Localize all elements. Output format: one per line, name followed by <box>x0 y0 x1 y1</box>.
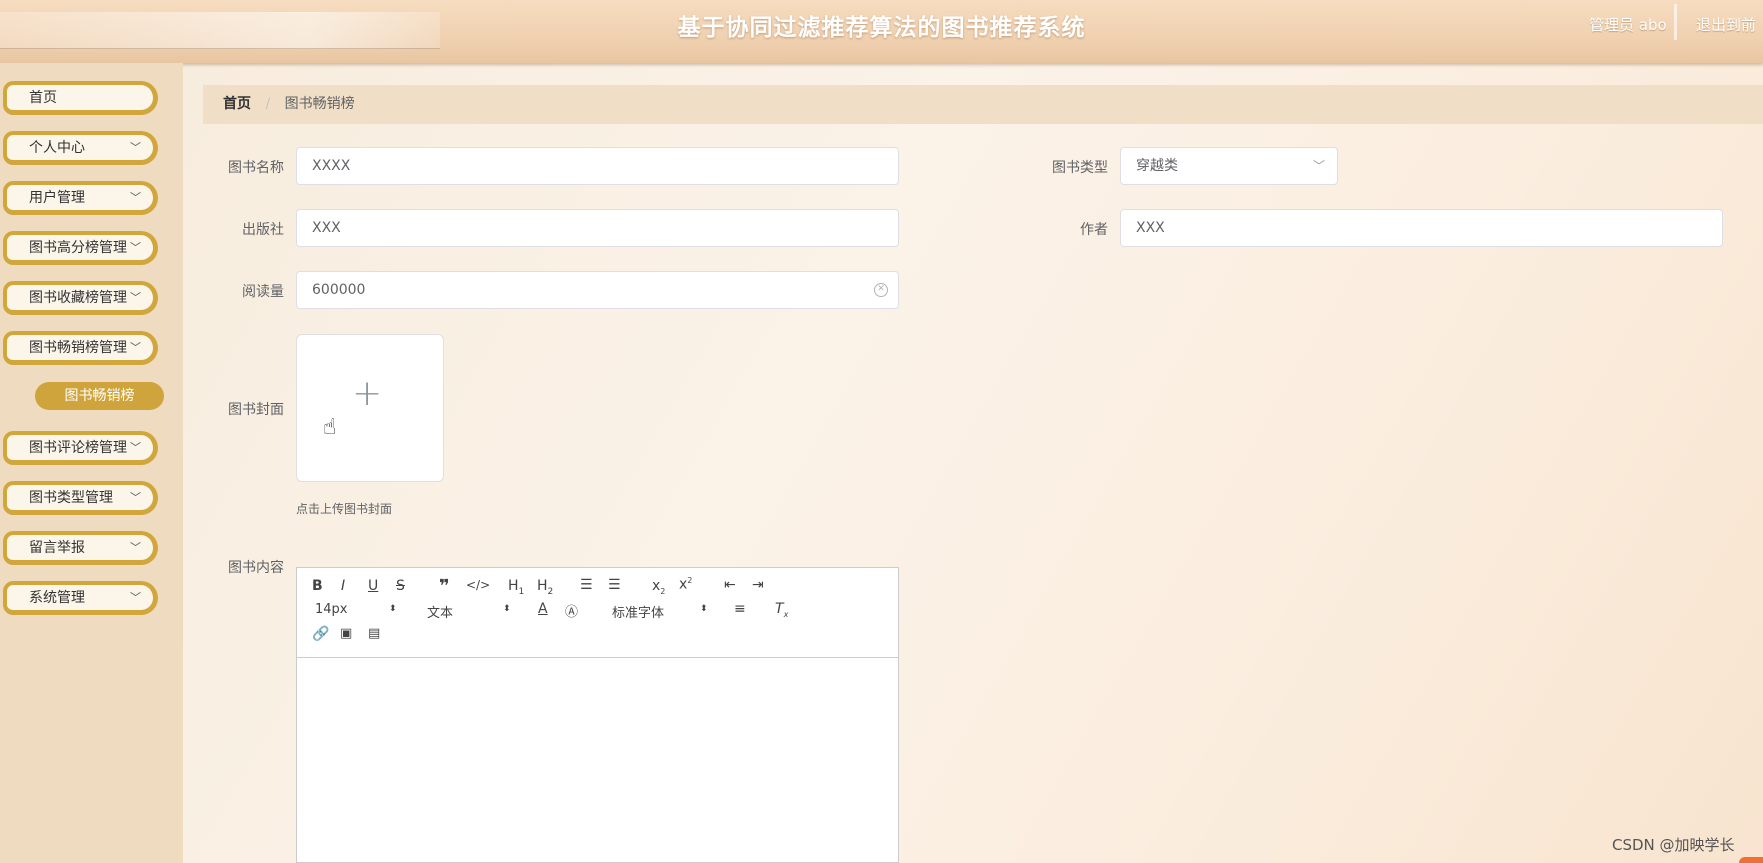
updown-icon: ⬍ <box>503 604 511 614</box>
header-divider <box>1674 4 1677 40</box>
breadcrumb-home[interactable]: 首页 <box>223 96 251 112</box>
hand-cursor-icon: ☝ <box>323 415 337 440</box>
sidebar-item-system[interactable]: 系统管理 ﹀ <box>3 581 158 615</box>
clear-format-icon[interactable]: Tx <box>775 601 788 619</box>
sidebar-item-messages[interactable]: 留言举报 ﹀ <box>3 531 158 565</box>
sidebar-item-comments[interactable]: 图书评论榜管理 ﹀ <box>3 431 158 465</box>
bullet-list-icon[interactable]: ☰ <box>608 577 621 593</box>
sidebar-item-label: 首页 <box>29 90 57 106</box>
underline-icon[interactable]: U <box>368 578 378 594</box>
logout-link[interactable]: 退出到前 <box>1696 14 1756 35</box>
font-family-value: 标准字体 <box>612 606 665 621</box>
sidebar-item-user-management[interactable]: 用户管理 ﹀ <box>3 181 158 215</box>
book-name-input[interactable]: XXXX <box>296 147 899 185</box>
sidebar-item-label: 系统管理 <box>29 590 85 606</box>
publisher-label: 出版社 <box>242 222 284 238</box>
chevron-down-icon: ﹀ <box>130 291 141 304</box>
clear-icon[interactable]: ✕ <box>874 283 888 297</box>
indent-icon[interactable]: ⇥ <box>752 577 764 593</box>
strikethrough-icon[interactable]: S <box>396 578 405 594</box>
font-family-select[interactable]: 标准字体 ⬍ <box>612 602 708 621</box>
publisher-input[interactable]: XXX <box>296 209 899 247</box>
chevron-down-icon: ﹀ <box>130 141 141 154</box>
breadcrumb: 首页 / 图书畅销榜 <box>203 85 1763 124</box>
header-select[interactable]: 文本 ⬍ <box>427 602 513 621</box>
sidebar-item-label: 留言举报 <box>29 540 85 556</box>
font-size-value: 14px <box>315 602 348 617</box>
italic-icon[interactable]: I <box>341 578 345 594</box>
sidebar-item-bestsellers[interactable]: 图书畅销榜管理 ﹀ <box>3 331 158 365</box>
updown-icon: ⬍ <box>700 604 708 614</box>
superscript-icon[interactable]: x2 <box>679 576 692 593</box>
sidebar-item-label: 个人中心 <box>29 140 85 156</box>
font-size-select[interactable]: 14px ⬍ <box>315 602 397 617</box>
content-label: 图书内容 <box>228 560 284 576</box>
read-count-input[interactable]: 600000 ✕ <box>296 271 899 309</box>
cover-label: 图书封面 <box>228 402 284 418</box>
code-block-icon[interactable]: </> <box>466 578 490 592</box>
sidebar-item-label: 图书畅销榜管理 <box>29 340 127 356</box>
ordered-list-icon[interactable]: ☰ <box>580 577 593 593</box>
sidebar: 首页 个人中心 ﹀ 用户管理 ﹀ 图书高分榜管理 ﹀ 图书收藏榜管理 ﹀ 图书畅… <box>0 63 183 863</box>
chevron-down-icon: ﹀ <box>130 441 141 454</box>
header-2-icon[interactable]: H2 <box>537 578 553 597</box>
sidebar-item-favorites[interactable]: 图书收藏榜管理 ﹀ <box>3 281 158 315</box>
bold-icon[interactable]: B <box>312 578 323 594</box>
sidebar-item-label: 图书评论榜管理 <box>29 440 127 456</box>
breadcrumb-separator: / <box>265 96 271 112</box>
header-select-value: 文本 <box>427 606 454 621</box>
align-icon[interactable]: ≡ <box>734 601 746 617</box>
header-1-icon[interactable]: H1 <box>508 578 524 597</box>
image-icon[interactable]: ▣ <box>340 626 352 641</box>
chevron-down-icon: ﹀ <box>130 591 141 604</box>
current-user: 管理员 abo <box>1589 16 1667 34</box>
rich-text-editor: B I U S ❞ </> H1 H2 ☰ ☰ x2 x2 ⇤ ⇥ 14px ⬍… <box>296 567 899 863</box>
sidebar-item-home[interactable]: 首页 <box>3 81 158 115</box>
book-type-select[interactable]: 穿越类 ﹀ <box>1120 147 1338 185</box>
chevron-down-icon: ﹀ <box>130 191 141 204</box>
updown-icon: ⬍ <box>389 604 397 614</box>
plus-icon: + <box>352 373 383 414</box>
chevron-down-icon: ﹀ <box>130 541 141 554</box>
chevron-down-icon: ﹀ <box>130 241 141 254</box>
chevron-down-icon: ﹀ <box>1312 159 1325 173</box>
watermark: CSDN @加映学长 <box>1612 836 1735 854</box>
font-color-icon[interactable]: A <box>538 601 548 617</box>
link-icon[interactable]: 🔗 <box>312 626 329 642</box>
author-input[interactable]: XXX <box>1120 209 1723 247</box>
sidebar-subitem-bestsellers[interactable]: 图书畅销榜 <box>35 382 164 410</box>
top-header: 基于协同过滤推荐算法的图书推荐系统 管理员 abo 退出到前 <box>0 0 1763 63</box>
blockquote-icon[interactable]: ❞ <box>439 576 450 597</box>
video-icon[interactable]: ▤ <box>368 626 380 641</box>
subscript-icon[interactable]: x2 <box>652 578 665 596</box>
outdent-icon[interactable]: ⇤ <box>724 577 736 593</box>
breadcrumb-current: 图书畅销榜 <box>284 96 355 112</box>
book-type-value: 穿越类 <box>1136 158 1178 174</box>
corner-decoration <box>1739 857 1763 863</box>
sidebar-item-label: 图书类型管理 <box>29 490 113 506</box>
cover-upload[interactable]: + ☝ <box>296 334 444 482</box>
sidebar-item-top-rated[interactable]: 图书高分榜管理 ﹀ <box>3 231 158 265</box>
app-title: 基于协同过滤推荐算法的图书推荐系统 <box>677 15 1086 41</box>
read-count-label: 阅读量 <box>242 284 284 300</box>
book-name-label: 图书名称 <box>228 160 284 176</box>
author-label: 作者 <box>1080 222 1108 238</box>
sidebar-item-label: 图书高分榜管理 <box>29 240 127 256</box>
cover-upload-tip: 点击上传图书封面 <box>296 502 393 516</box>
editor-toolbar: B I U S ❞ </> H1 H2 ☰ ☰ x2 x2 ⇤ ⇥ 14px ⬍… <box>297 568 898 658</box>
sidebar-item-label: 图书收藏榜管理 <box>29 290 127 306</box>
book-type-label: 图书类型 <box>1052 160 1108 176</box>
sidebar-item-book-types[interactable]: 图书类型管理 ﹀ <box>3 481 158 515</box>
sidebar-item-personal-center[interactable]: 个人中心 ﹀ <box>3 131 158 165</box>
chevron-up-icon: ﹀ <box>130 341 141 354</box>
background-color-icon[interactable]: Ⓐ <box>565 601 578 620</box>
chevron-down-icon: ﹀ <box>130 491 141 504</box>
sidebar-item-label: 用户管理 <box>29 190 85 206</box>
read-count-value: 600000 <box>312 282 366 298</box>
